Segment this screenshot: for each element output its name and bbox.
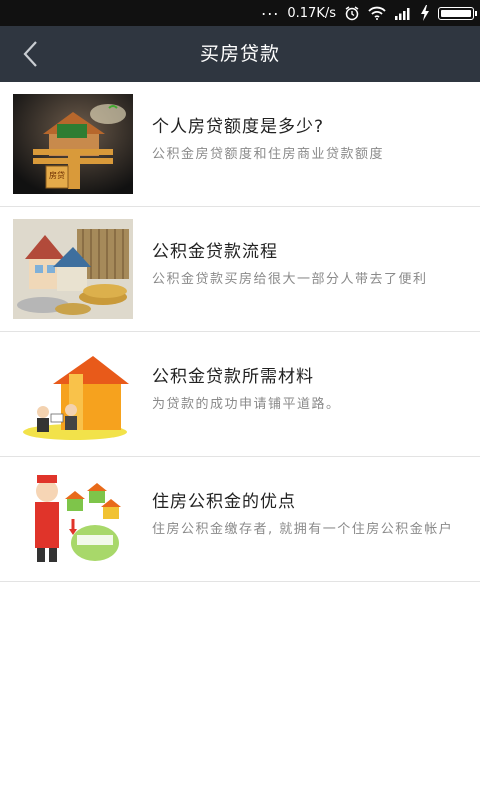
status-dots: ...: [261, 0, 280, 19]
battery-icon: [438, 6, 477, 20]
signal-icon: [394, 6, 412, 20]
house-coins-thumbnail: [13, 219, 133, 319]
list-item[interactable]: 住房公积金的优点 住房公积金缴存者, 就拥有一个住房公积金帐户: [0, 457, 480, 582]
item-title: 住房公积金的优点: [152, 492, 296, 512]
charging-icon: [420, 5, 430, 21]
thumbnail-label: 房贷: [49, 170, 65, 180]
title-bar: 买房贷款: [0, 26, 480, 82]
housing-fund-thumbnail: [13, 469, 133, 569]
article-list: 房贷 个人房贷额度是多少? 公积金房贷额度和住房商业贷款额度 公积金贷款流程 公…: [0, 82, 480, 582]
list-item[interactable]: 公积金贷款所需材料 为贷款的成功申请铺平道路。: [0, 332, 480, 457]
page-title: 买房贷款: [199, 43, 280, 65]
network-speed: 0.17K/s: [287, 5, 336, 21]
house-loan-thumbnail: 房贷: [13, 94, 133, 194]
item-description: 为贷款的成功申请铺平道路。: [152, 397, 341, 412]
item-title: 公积金贷款所需材料: [152, 367, 314, 387]
list-item[interactable]: 公积金贷款流程 公积金贷款买房给很大一部分人带去了便利: [0, 207, 480, 332]
list-item[interactable]: 房贷 个人房贷额度是多少? 公积金房贷额度和住房商业贷款额度: [0, 82, 480, 207]
item-description: 公积金贷款买房给很大一部分人带去了便利: [152, 272, 428, 287]
loan-materials-thumbnail: [13, 344, 133, 444]
status-bar: ... 0.17K/s: [0, 0, 480, 26]
item-title: 公积金贷款流程: [152, 242, 278, 262]
wifi-icon: [368, 6, 386, 20]
status-bar-right: ... 0.17K/s: [261, 0, 477, 26]
item-title: 个人房贷额度是多少?: [152, 117, 325, 137]
item-description: 公积金房贷额度和住房商业贷款额度: [152, 147, 385, 162]
alarm-icon: [344, 5, 360, 21]
item-description: 住房公积金缴存者, 就拥有一个住房公积金帐户: [152, 522, 454, 537]
